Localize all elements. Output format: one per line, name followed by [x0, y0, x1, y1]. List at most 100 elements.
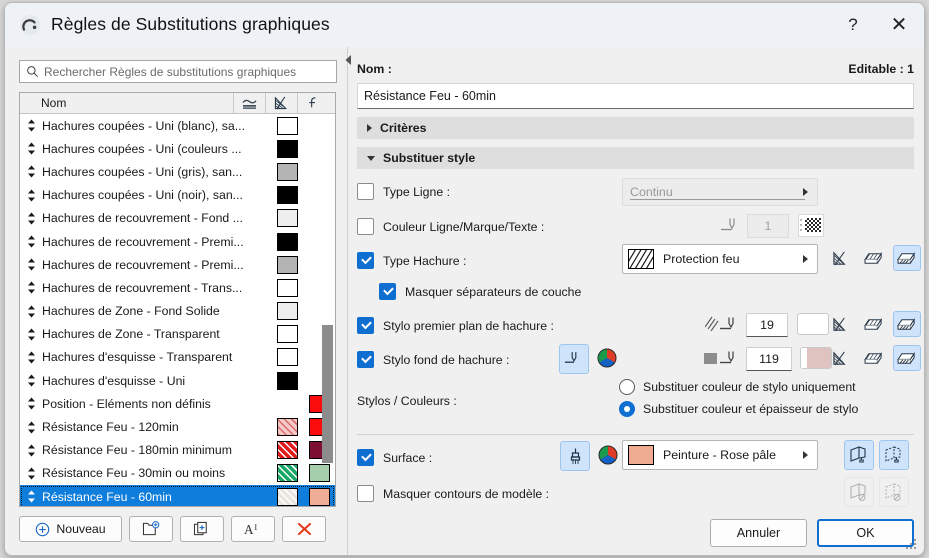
- table-row[interactable]: Résistance Feu - 120min: [20, 415, 335, 438]
- column-header-hatch-fill[interactable]: [266, 93, 298, 114]
- table-row[interactable]: Hachures de recouvrement - Premi...: [20, 230, 335, 253]
- reorder-handle-icon[interactable]: [20, 165, 42, 178]
- cut-surface-icon-button[interactable]: [827, 311, 855, 337]
- reorder-handle-icon[interactable]: [20, 328, 42, 341]
- reorder-handle-icon[interactable]: [20, 305, 42, 318]
- radio-pen-color-only[interactable]: Substituer couleur de stylo uniquement: [619, 379, 856, 395]
- line-color-pattern[interactable]: [798, 214, 824, 237]
- hatch-foreground-pen-value[interactable]: 19: [746, 313, 788, 337]
- mask-separators-checkbox[interactable]: [379, 283, 396, 300]
- color-wheel-icon[interactable]: [597, 348, 617, 368]
- table-row[interactable]: Résistance Feu - 30min ou moins: [20, 462, 335, 485]
- row-swatch-hatch[interactable]: [271, 278, 303, 297]
- reorder-handle-icon[interactable]: [20, 351, 42, 364]
- table-row[interactable]: Hachures de Zone - Transparent: [20, 323, 335, 346]
- hatch-type-combo[interactable]: Protection feu: [622, 244, 818, 274]
- surface-checkbox[interactable]: [357, 449, 374, 466]
- delete-button[interactable]: [282, 516, 326, 542]
- both-surface-icon-button[interactable]: [893, 345, 921, 371]
- rename-button[interactable]: A I: [231, 516, 275, 542]
- line-type-combo[interactable]: Continu: [622, 178, 818, 206]
- table-row[interactable]: Hachures d'esquisse - Transparent: [20, 346, 335, 369]
- help-button[interactable]: ?: [830, 3, 876, 47]
- surface-3d-icon-button[interactable]: [844, 440, 874, 470]
- table-row[interactable]: Hachures coupées - Uni (noir), san...: [20, 184, 335, 207]
- uncut-surface-icon-button[interactable]: [860, 311, 888, 337]
- row-swatch-hatch[interactable]: [271, 325, 303, 344]
- reorder-handle-icon[interactable]: [20, 258, 42, 271]
- column-header-layers-cut[interactable]: [234, 93, 266, 114]
- row-swatch-hatch[interactable]: [271, 371, 303, 390]
- column-header-pen-weight[interactable]: [298, 93, 330, 114]
- row-swatch-hatch[interactable]: [271, 255, 303, 274]
- pen-tool-mode-button[interactable]: [559, 344, 589, 374]
- table-row[interactable]: Position - Eléments non définis: [20, 392, 335, 415]
- table-row[interactable]: Hachures d'esquisse - Uni: [20, 369, 335, 392]
- reorder-handle-icon[interactable]: [20, 444, 42, 457]
- line-color-checkbox[interactable]: [357, 218, 374, 235]
- surface-section-icon-button[interactable]: [879, 440, 909, 470]
- row-swatch-hatch[interactable]: [271, 441, 303, 460]
- resize-grip-icon[interactable]: [906, 539, 918, 551]
- hatch-background-checkbox[interactable]: [357, 351, 374, 368]
- row-swatch-hatch[interactable]: [271, 116, 303, 135]
- name-input[interactable]: Résistance Feu - 60min: [357, 83, 914, 109]
- reorder-handle-icon[interactable]: [20, 281, 42, 294]
- paint-brush-mode-button[interactable]: [560, 441, 590, 471]
- line-color-pen-value[interactable]: 1: [747, 214, 789, 238]
- surface-section-off-icon-button[interactable]: [879, 477, 909, 507]
- uncut-surface-icon-button[interactable]: [860, 345, 888, 371]
- row-swatch-surface[interactable]: [303, 464, 335, 483]
- reorder-handle-icon[interactable]: [20, 421, 42, 434]
- line-type-checkbox[interactable]: [357, 183, 374, 200]
- row-swatch-hatch[interactable]: [271, 487, 303, 506]
- row-swatch-hatch[interactable]: [271, 139, 303, 158]
- row-swatch-hatch[interactable]: [271, 464, 303, 483]
- reorder-handle-icon[interactable]: [20, 467, 42, 480]
- table-row[interactable]: Hachures de recouvrement - Fond ...: [20, 207, 335, 230]
- radio-pen-color-only-input[interactable]: [619, 379, 635, 395]
- row-swatch-hatch[interactable]: [271, 186, 303, 205]
- uncut-surface-icon-button[interactable]: [860, 245, 888, 271]
- row-swatch-hatch[interactable]: [271, 302, 303, 321]
- table-row[interactable]: Hachures de recouvrement - Premi...: [20, 253, 335, 276]
- cut-surface-icon-button[interactable]: [827, 345, 855, 371]
- cut-surface-icon-button[interactable]: [827, 245, 855, 271]
- surface-combo[interactable]: Peinture - Rose pâle: [622, 440, 818, 470]
- reorder-handle-icon[interactable]: [20, 189, 42, 202]
- section-criteres[interactable]: Critères: [357, 117, 914, 139]
- table-row[interactable]: Hachures coupées - Uni (gris), san...: [20, 160, 335, 183]
- table-row[interactable]: Hachures coupées - Uni (blanc), sa...: [20, 114, 335, 137]
- reorder-handle-icon[interactable]: [20, 490, 42, 503]
- column-header-name[interactable]: Nom: [20, 93, 234, 114]
- reorder-handle-icon[interactable]: [20, 397, 42, 410]
- panel-divider[interactable]: [344, 47, 354, 555]
- new-button[interactable]: Nouveau: [19, 516, 122, 542]
- reorder-handle-icon[interactable]: [20, 374, 42, 387]
- reorder-handle-icon[interactable]: [20, 119, 42, 132]
- search-input[interactable]: Rechercher Règles de substitutions graph…: [19, 60, 337, 83]
- reorder-handle-icon[interactable]: [20, 212, 42, 225]
- list-scrollbar-thumb[interactable]: [322, 325, 333, 463]
- duplicate-button[interactable]: [129, 516, 173, 542]
- surface-3d-off-icon-button[interactable]: [844, 477, 874, 507]
- row-swatch-hatch[interactable]: [271, 418, 303, 437]
- color-wheel-icon[interactable]: [598, 445, 618, 465]
- radio-pen-color-weight[interactable]: Substituer couleur et épaisseur de stylo: [619, 401, 858, 417]
- close-button[interactable]: ✕: [876, 3, 922, 47]
- row-swatch-surface[interactable]: [303, 487, 335, 506]
- table-row[interactable]: Hachures de recouvrement - Trans...: [20, 276, 335, 299]
- table-row[interactable]: Hachures de Zone - Fond Solide: [20, 300, 335, 323]
- hatch-foreground-color-chip[interactable]: [797, 313, 829, 335]
- both-surface-icon-button[interactable]: [893, 245, 921, 271]
- table-row[interactable]: Résistance Feu - 60min: [20, 485, 335, 506]
- hatch-type-checkbox[interactable]: [357, 252, 374, 269]
- table-row[interactable]: Hachures coupées - Uni (couleurs ...: [20, 137, 335, 160]
- reorder-handle-icon[interactable]: [20, 235, 42, 248]
- hide-model-outlines-checkbox[interactable]: [357, 485, 374, 502]
- table-row[interactable]: Résistance Feu - 180min minimum: [20, 439, 335, 462]
- ok-button[interactable]: OK: [817, 519, 914, 547]
- row-swatch-hatch[interactable]: [271, 209, 303, 228]
- reorder-handle-icon[interactable]: [20, 142, 42, 155]
- cancel-button[interactable]: Annuler: [710, 519, 807, 547]
